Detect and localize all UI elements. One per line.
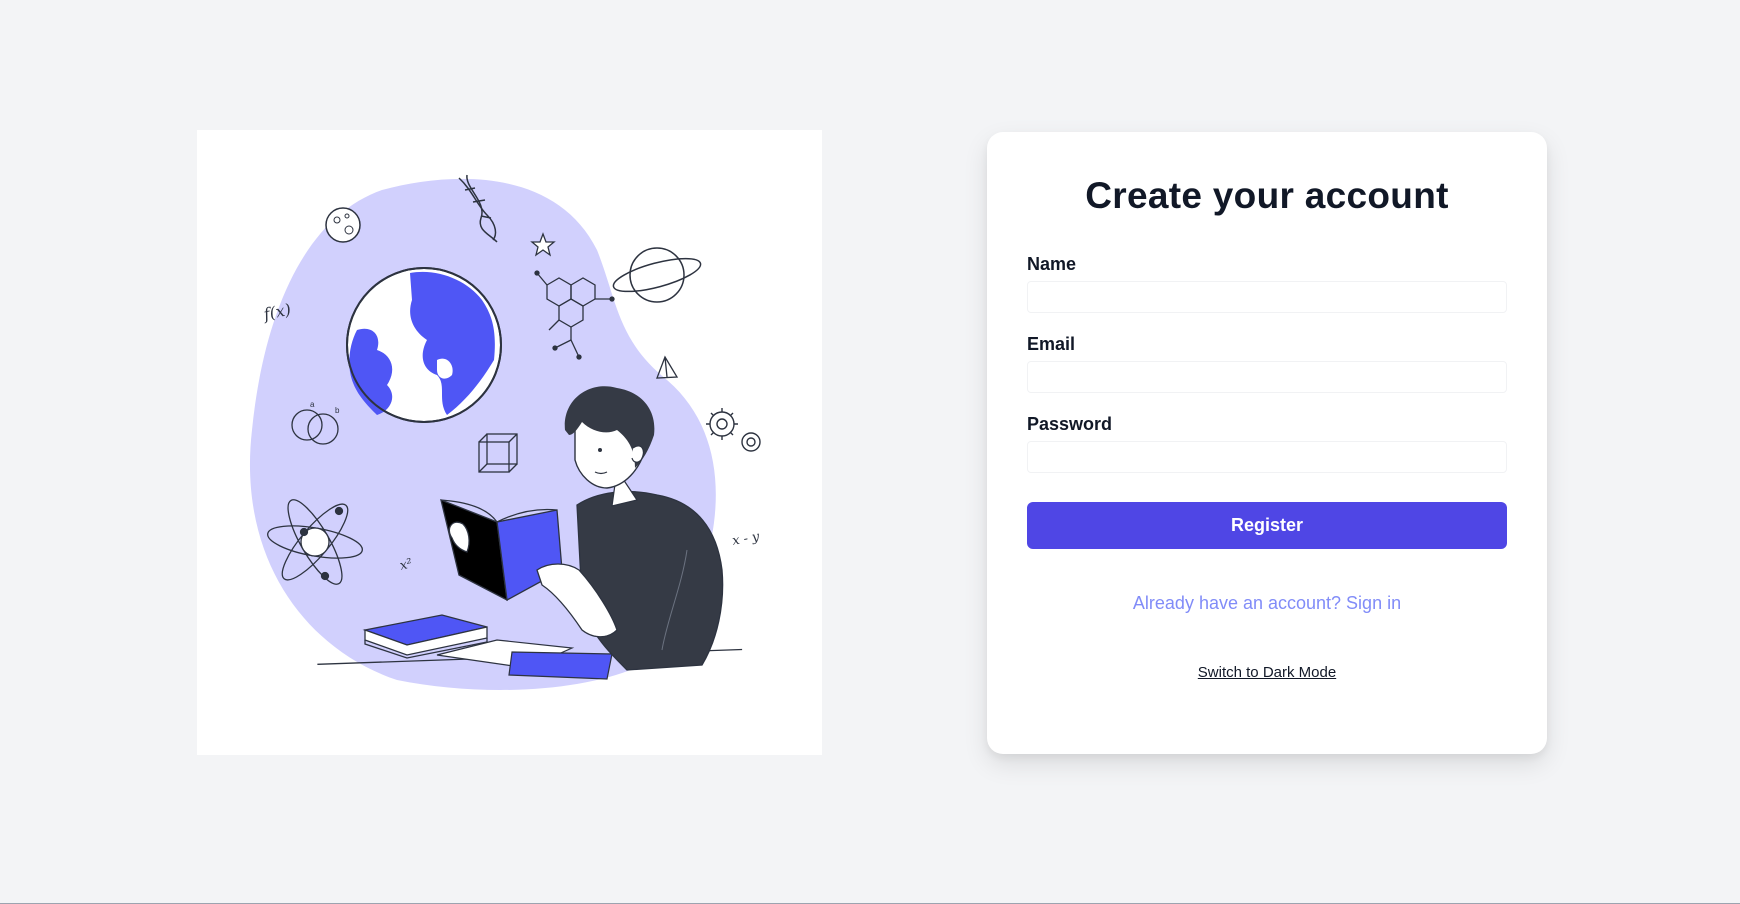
password-label: Password bbox=[1027, 414, 1113, 435]
name-label: Name bbox=[1027, 254, 1077, 275]
svg-text:a: a bbox=[310, 400, 315, 409]
password-field-group: Password bbox=[1027, 414, 1507, 474]
email-field-group: Email bbox=[1027, 334, 1507, 394]
page-title: Create your account bbox=[1085, 175, 1449, 216]
formula-x-minus-y: x - y bbox=[731, 529, 761, 549]
svg-text:b: b bbox=[335, 406, 340, 415]
register-page: f(x) a b x² x - y Create your account Na… bbox=[0, 0, 1740, 904]
register-button[interactable]: Register bbox=[1027, 502, 1507, 550]
email-label: Email bbox=[1027, 334, 1076, 355]
globe-icon bbox=[346, 267, 502, 423]
signin-link[interactable]: Already have an account? Sign in bbox=[1027, 593, 1507, 614]
name-field-group: Name bbox=[1027, 254, 1507, 314]
planet-icon bbox=[612, 247, 702, 303]
illustration-svg: f(x) a b x² x - y bbox=[249, 174, 761, 690]
moon-icon bbox=[325, 207, 361, 243]
email-input[interactable] bbox=[1027, 361, 1507, 394]
dark-mode-toggle-link[interactable]: Switch to Dark Mode bbox=[1027, 664, 1507, 681]
name-input[interactable] bbox=[1027, 281, 1507, 314]
register-card: Create your account Name Email Password … bbox=[987, 132, 1547, 754]
student-reading-illustration: f(x) a b x² x - y bbox=[197, 130, 822, 755]
gears-icon bbox=[706, 408, 761, 452]
password-input[interactable] bbox=[1027, 441, 1507, 474]
